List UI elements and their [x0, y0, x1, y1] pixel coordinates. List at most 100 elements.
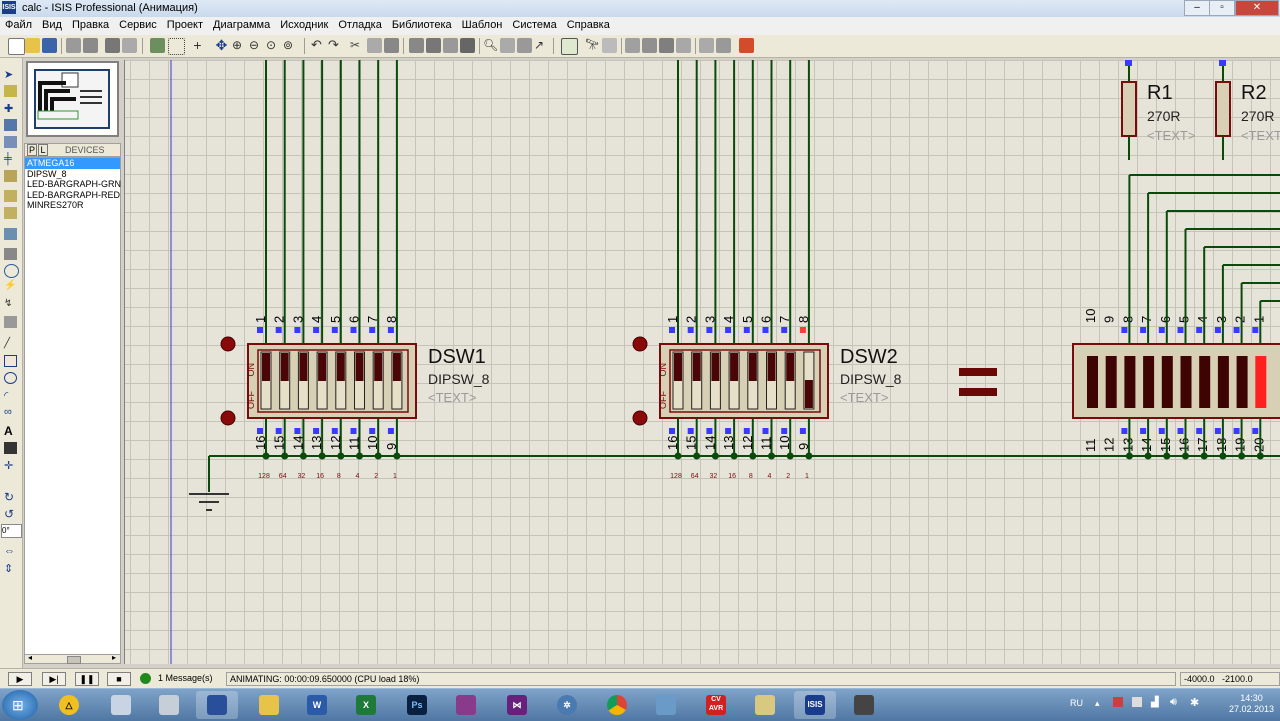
virtual-instrument-icon[interactable]: [4, 316, 17, 328]
print-area-icon[interactable]: [122, 38, 137, 53]
taskbar-settings[interactable]: ✲: [546, 691, 588, 719]
taskbar-photoshop[interactable]: Ps: [396, 691, 438, 719]
new-file-icon[interactable]: [8, 38, 25, 55]
device-pin-icon[interactable]: [4, 207, 17, 219]
exit-to-parent-icon[interactable]: [659, 38, 674, 53]
pause-button[interactable]: ❚❚: [75, 672, 99, 686]
box-icon[interactable]: [4, 355, 17, 367]
menu-template[interactable]: Шаблон: [457, 17, 508, 34]
remove-sheet-icon[interactable]: [642, 38, 657, 53]
taskbar-visual-studio[interactable]: ⋈: [496, 691, 538, 719]
taskbar-excel[interactable]: X: [345, 691, 387, 719]
wire-label-icon[interactable]: [4, 119, 17, 131]
schematic-canvas[interactable]: ON OFF 1 16 128 2 15 64 3 14 32 4 13 16 5 12 8 6 11 4 7 10 2 8 9…: [124, 60, 1280, 664]
device-list[interactable]: ATMEGA16 DIPSW_8 LED-BARGRAPH-GRN LED-BA…: [24, 157, 121, 664]
export-icon[interactable]: [83, 38, 98, 53]
close-button[interactable]: ✕: [1235, 0, 1279, 16]
tray-flag-icon[interactable]: [1113, 697, 1123, 707]
schematic-drawing[interactable]: ONOFF11612821564314324131651286114710289…: [125, 60, 1280, 664]
taskbar-cvavr[interactable]: CV AVR: [695, 691, 737, 719]
origin-icon[interactable]: +: [190, 38, 205, 53]
zoom-all-icon[interactable]: ⊙: [266, 38, 281, 53]
minimize-button[interactable]: –: [1184, 0, 1210, 16]
menu-system[interactable]: Система: [507, 17, 561, 34]
make-device-icon[interactable]: [500, 38, 515, 53]
marker-icon[interactable]: ✛: [4, 459, 17, 472]
scroll-left-icon[interactable]: ◂: [28, 653, 32, 662]
taskbar-floppy[interactable]: [196, 691, 238, 719]
rotate-ccw-icon[interactable]: ↺: [4, 507, 17, 521]
step-button[interactable]: ▶|: [42, 672, 66, 686]
bill-of-materials-icon[interactable]: [676, 38, 691, 53]
rotation-angle-field[interactable]: 0°: [1, 524, 22, 538]
play-button[interactable]: ▶: [8, 672, 32, 686]
network-icon[interactable]: ▟: [1151, 697, 1159, 708]
device-item[interactable]: DIPSW_8: [25, 169, 120, 180]
open-folder-icon[interactable]: [25, 38, 40, 53]
mirror-y-icon[interactable]: ⇕: [4, 562, 17, 575]
menu-edit[interactable]: Правка: [67, 17, 114, 34]
import-icon[interactable]: [66, 38, 81, 53]
menu-source[interactable]: Исходник: [275, 17, 333, 34]
menu-graph[interactable]: Диаграмма: [208, 17, 275, 34]
pan-icon[interactable]: ✥: [214, 38, 229, 53]
device-item[interactable]: ATMEGA16: [25, 158, 120, 169]
stop-button[interactable]: ■: [107, 672, 131, 686]
bus-icon[interactable]: ╪: [4, 153, 17, 165]
electrical-check-icon[interactable]: [699, 38, 714, 53]
maximize-button[interactable]: ▫: [1209, 0, 1235, 16]
component-mode-icon[interactable]: [4, 85, 17, 97]
zoom-out-icon[interactable]: ⊖: [249, 38, 264, 53]
symbol-icon[interactable]: [4, 442, 17, 454]
graph-icon[interactable]: [4, 228, 17, 240]
library-manager-button[interactable]: L: [38, 144, 48, 156]
new-sheet-icon[interactable]: [625, 38, 640, 53]
block-delete-icon[interactable]: [460, 38, 475, 53]
copy-icon[interactable]: [367, 38, 382, 53]
property-assign-icon[interactable]: [602, 38, 617, 53]
current-probe-icon[interactable]: ↯: [4, 298, 17, 310]
refresh-icon[interactable]: [150, 38, 165, 53]
taskbar-proteus[interactable]: △: [48, 691, 90, 719]
ares-icon[interactable]: [739, 38, 754, 53]
wire-autorouter-icon[interactable]: [561, 38, 578, 55]
device-item[interactable]: LED-BARGRAPH-GRN: [25, 179, 121, 190]
pick-from-libraries-button[interactable]: P: [27, 144, 37, 156]
block-move-icon[interactable]: [426, 38, 441, 53]
scroll-right-icon[interactable]: ▸: [112, 653, 116, 662]
menu-debug[interactable]: Отладка: [333, 17, 386, 34]
menu-help[interactable]: Справка: [562, 17, 615, 34]
taskbar-save[interactable]: [148, 691, 190, 719]
bluetooth-icon[interactable]: ✱: [1190, 696, 1199, 709]
volume-icon[interactable]: 🔊︎: [1170, 696, 1177, 709]
print-icon[interactable]: [105, 38, 120, 53]
decompose-icon[interactable]: ↗: [534, 38, 549, 53]
undo-icon[interactable]: ↶: [311, 38, 326, 53]
selection-mode-icon[interactable]: ➤: [4, 68, 17, 81]
paste-icon[interactable]: [384, 38, 399, 53]
overview-window[interactable]: [26, 61, 119, 137]
system-clock[interactable]: 14:30 27.02.2013: [1229, 693, 1274, 715]
line-icon[interactable]: ╱: [4, 338, 17, 350]
redo-icon[interactable]: ↷: [328, 38, 343, 53]
menu-design[interactable]: Проект: [162, 17, 208, 34]
tray-app-icon[interactable]: [1132, 697, 1142, 707]
taskbar-isis[interactable]: ISIS: [794, 691, 836, 719]
taskbar-folder[interactable]: [100, 691, 142, 719]
search-tag-icon[interactable]: 🔭︎: [585, 38, 600, 53]
arc-icon[interactable]: ◜: [4, 389, 17, 402]
save-icon[interactable]: [42, 38, 57, 53]
voltage-probe-icon[interactable]: ⚡: [4, 280, 17, 292]
packaging-icon[interactable]: [517, 38, 532, 53]
taskbar-word[interactable]: W: [296, 691, 338, 719]
start-button[interactable]: ⊞: [2, 690, 38, 720]
junction-icon[interactable]: ✚: [4, 102, 17, 115]
pick-device-icon[interactable]: 🔍︎: [483, 38, 498, 53]
menu-view[interactable]: Вид: [37, 17, 67, 34]
rotate-cw-icon[interactable]: ↻: [4, 490, 17, 504]
taskbar-notes[interactable]: [744, 691, 786, 719]
tape-recorder-icon[interactable]: [4, 248, 17, 260]
messages-count[interactable]: 1 Message(s): [155, 672, 223, 686]
zoom-in-icon[interactable]: ⊕: [232, 38, 247, 53]
terminal-icon[interactable]: [4, 190, 17, 202]
